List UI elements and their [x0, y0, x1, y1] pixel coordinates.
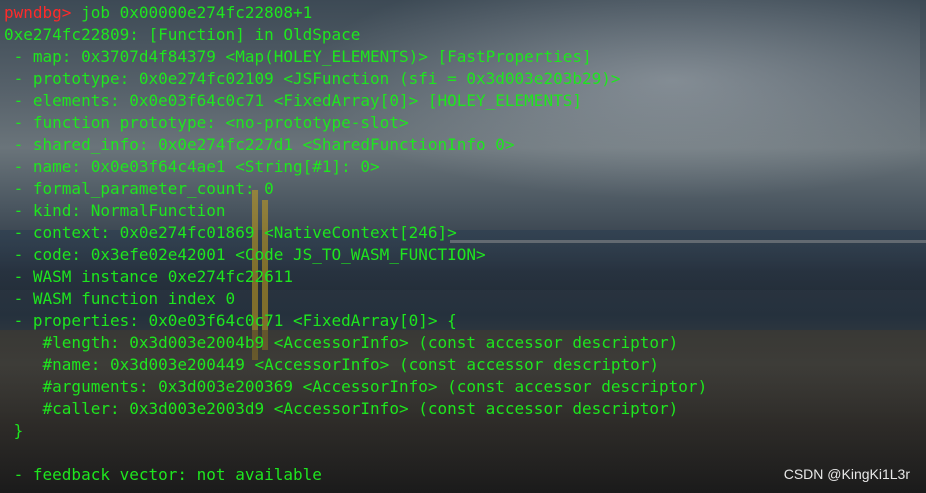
output-line: #name: 0x3d003e200449 <AccessorInfo> (co… [4, 355, 660, 374]
output-line: - kind: NormalFunction [4, 201, 226, 220]
terminal-output: pwndbg> job 0x00000e274fc22808+1 0xe274f… [4, 2, 707, 493]
output-line: - map: 0x3707d4f84379 <Map(HOLEY_ELEMENT… [4, 47, 592, 66]
output-line: - properties: 0x0e03f64c0c71 <FixedArray… [4, 311, 457, 330]
output-line: #arguments: 0x3d003e200369 <AccessorInfo… [4, 377, 708, 396]
output-line: #caller: 0x3d003e2003d9 <AccessorInfo> (… [4, 399, 679, 418]
output-line: - WASM function index 0 [4, 289, 236, 308]
prompt-label: pwndbg> [4, 3, 72, 22]
output-line: - formal_parameter_count: 0 [4, 179, 274, 198]
output-line: - function prototype: <no-prototype-slot… [4, 113, 409, 132]
output-line: - elements: 0x0e03f64c0c71 <FixedArray[0… [4, 91, 582, 110]
output-line: - WASM instance 0xe274fc22611 [4, 267, 293, 286]
command-line: pwndbg> job 0x00000e274fc22808+1 [4, 2, 707, 24]
output-line: - code: 0x3efe02e42001 <Code JS_TO_WASM_… [4, 245, 486, 264]
output-line: - context: 0x0e274fc01869 <NativeContext… [4, 223, 457, 242]
output-line: - shared_info: 0x0e274fc227d1 <SharedFun… [4, 135, 515, 154]
output-line: - feedback vector: not available [4, 465, 322, 484]
output-line: } [4, 421, 24, 440]
terminal-window[interactable]: pwndbg> job 0x00000e274fc22808+1 0xe274f… [0, 0, 926, 493]
output-line: - name: 0x0e03f64c4ae1 <String[#1]: 0> [4, 157, 380, 176]
input-line[interactable] [4, 486, 707, 493]
output-line: - prototype: 0x0e274fc02109 <JSFunction … [4, 69, 621, 88]
csdn-watermark: CSDN @KingKi1L3r [783, 466, 910, 482]
output-line: #length: 0x3d003e2004b9 <AccessorInfo> (… [4, 333, 679, 352]
output-line: 0xe274fc22809: [Function] in OldSpace [4, 25, 361, 44]
command-text: job 0x00000e274fc22808+1 [71, 3, 313, 22]
